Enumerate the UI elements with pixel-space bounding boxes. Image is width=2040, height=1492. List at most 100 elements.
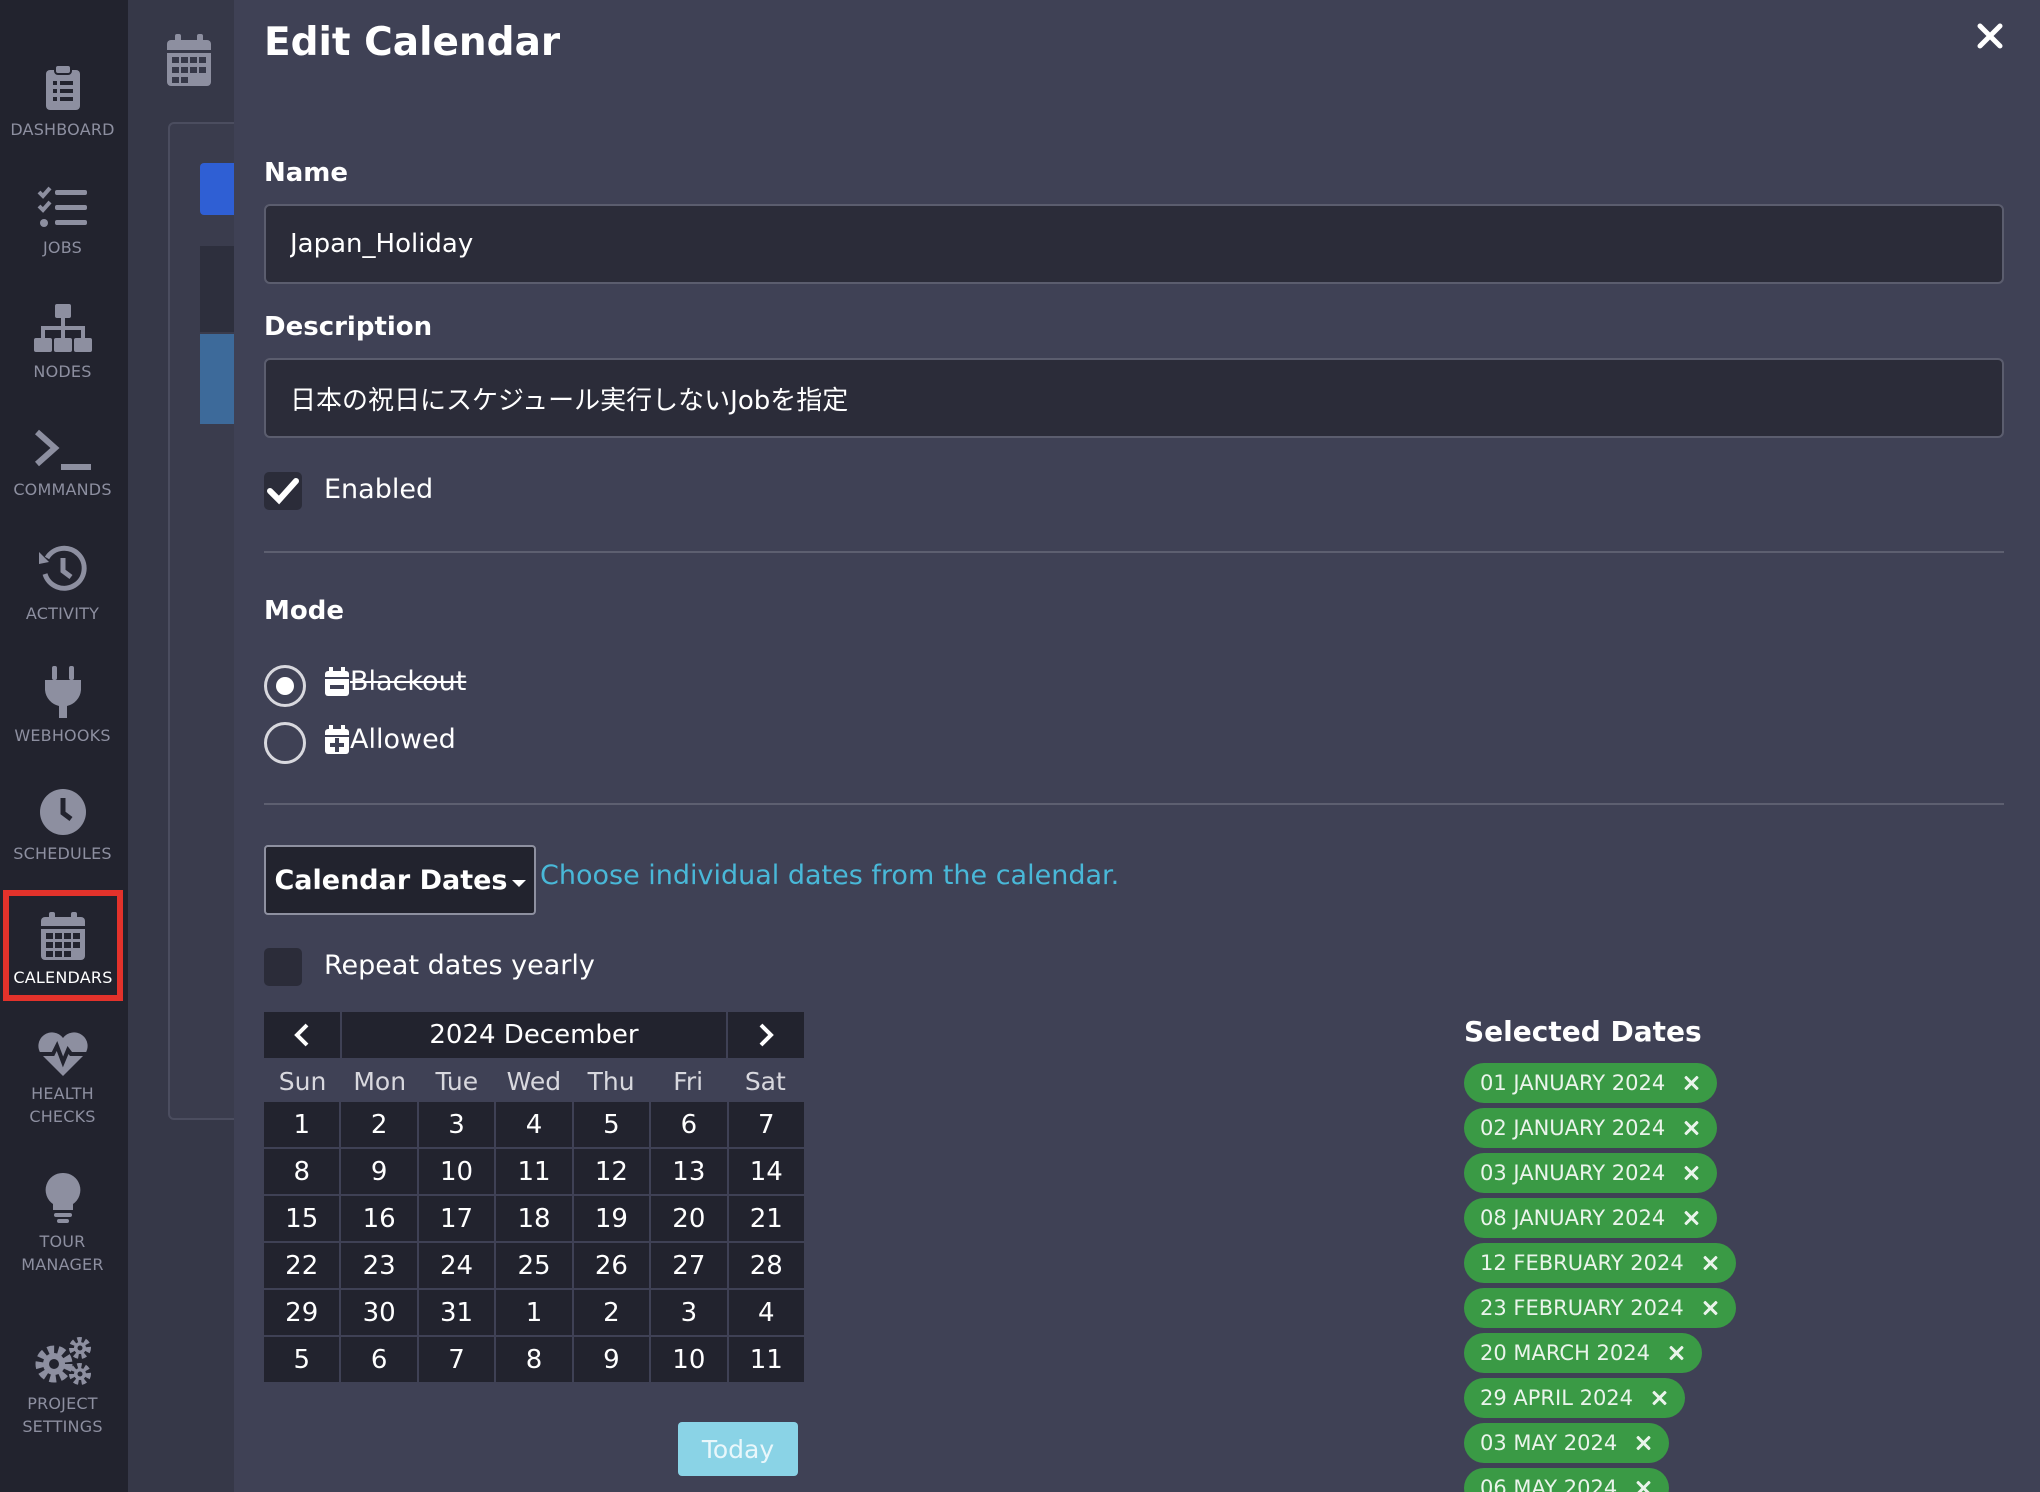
day-cell[interactable]: 31 (418, 1290, 495, 1335)
sidebar-item-label: JOBS (43, 238, 82, 257)
day-cell[interactable]: 28 (728, 1243, 804, 1288)
sidebar-item-label: TOUR MANAGER (21, 1232, 104, 1274)
day-cell[interactable]: 1 (496, 1290, 572, 1335)
day-cell[interactable]: 20 (651, 1196, 727, 1241)
remove-date-icon[interactable] (1635, 1435, 1651, 1451)
remove-date-icon[interactable] (1702, 1255, 1718, 1271)
repeat-yearly-checkbox[interactable] (264, 948, 302, 986)
remove-date-icon[interactable] (1683, 1120, 1699, 1136)
day-cell[interactable]: 24 (418, 1243, 495, 1288)
clipboard-icon (45, 64, 80, 110)
close-icon[interactable] (1972, 18, 2008, 54)
sidebar-item-label: CALENDARS (13, 968, 113, 987)
selected-dates-title: Selected Dates (1464, 1015, 1702, 1048)
day-cell[interactable]: 5 (264, 1337, 340, 1382)
sidebar-item-health-checks[interactable]: HEALTH CHECKS (0, 1032, 125, 1128)
selected-date-label: 12 FEBRUARY 2024 (1480, 1251, 1684, 1275)
day-cell[interactable]: 10 (651, 1337, 727, 1382)
day-cell[interactable]: 16 (341, 1196, 417, 1241)
day-cell[interactable]: 12 (573, 1149, 650, 1194)
selected-date-chip: 03 MAY 2024 (1464, 1423, 1670, 1463)
remove-date-icon[interactable] (1702, 1300, 1718, 1316)
day-cell[interactable]: 27 (651, 1243, 727, 1288)
day-cell[interactable]: 13 (651, 1149, 727, 1194)
day-cell[interactable]: 11 (728, 1337, 804, 1382)
day-cell[interactable]: 22 (264, 1243, 340, 1288)
day-cell[interactable]: 7 (418, 1337, 495, 1382)
weekday-row: Sun Mon Tue Wed Thu Fri Sat (264, 1062, 804, 1102)
sidebar-item-calendars[interactable]: CALENDARS (3, 890, 123, 1001)
mode-allowed-radio[interactable] (264, 722, 306, 764)
prev-month-button[interactable] (264, 1012, 340, 1058)
day-cell[interactable]: 4 (728, 1290, 804, 1335)
repeat-yearly-label: Repeat dates yearly (324, 950, 595, 981)
day-cell[interactable]: 2 (573, 1290, 650, 1335)
description-input[interactable] (264, 358, 2004, 438)
sidebar-item-dashboard[interactable]: DASHBOARD (0, 64, 125, 141)
sidebar: DASHBOARD JOBS NODES COMMANDS ACTIVITY W… (0, 0, 128, 1492)
remove-date-icon[interactable] (1651, 1390, 1667, 1406)
sidebar-item-webhooks[interactable]: WEBHOOKS (0, 666, 125, 747)
day-cell[interactable]: 3 (651, 1290, 727, 1335)
day-cell[interactable]: 6 (651, 1102, 727, 1147)
mode-blackout-option[interactable]: Blackout (324, 666, 466, 697)
month-label[interactable]: 2024 December (342, 1012, 726, 1058)
selected-date-chip: 01 JANUARY 2024 (1464, 1063, 1718, 1103)
remove-date-icon[interactable] (1668, 1345, 1684, 1361)
day-cell[interactable]: 29 (264, 1290, 340, 1335)
sidebar-item-commands[interactable]: COMMANDS (0, 428, 125, 501)
name-input[interactable] (264, 204, 2004, 284)
day-cell[interactable]: 4 (496, 1102, 572, 1147)
sidebar-item-schedules[interactable]: SCHEDULES (0, 788, 125, 865)
remove-date-icon[interactable] (1683, 1165, 1699, 1181)
day-cell[interactable]: 3 (418, 1102, 495, 1147)
day-cell[interactable]: 8 (264, 1149, 340, 1194)
sidebar-item-tour-manager[interactable]: TOUR MANAGER (0, 1172, 125, 1276)
day-cell[interactable]: 19 (573, 1196, 650, 1241)
day-cell[interactable]: 1 (264, 1102, 340, 1147)
day-cell[interactable]: 30 (341, 1290, 417, 1335)
gears-icon (35, 1337, 91, 1385)
remove-date-icon[interactable] (1683, 1210, 1699, 1226)
day-cell[interactable]: 25 (496, 1243, 572, 1288)
day-cell[interactable]: 9 (341, 1149, 417, 1194)
day-cell[interactable]: 15 (264, 1196, 340, 1241)
mode-blackout-radio[interactable] (264, 665, 306, 707)
enabled-checkbox[interactable] (264, 472, 302, 510)
weekday-label: Tue (435, 1067, 479, 1096)
day-cell[interactable]: 17 (418, 1196, 495, 1241)
weekday-label: Thu (587, 1067, 635, 1096)
sidebar-item-jobs[interactable]: JOBS (0, 186, 125, 259)
day-cell[interactable]: 6 (341, 1337, 417, 1382)
day-cell[interactable]: 14 (728, 1149, 804, 1194)
day-cell[interactable]: 5 (573, 1102, 650, 1147)
day-cell[interactable]: 7 (728, 1102, 804, 1147)
day-cell[interactable]: 18 (496, 1196, 572, 1241)
day-cell[interactable]: 8 (496, 1337, 572, 1382)
day-cell[interactable]: 11 (496, 1149, 572, 1194)
mode-allowed-label: Allowed (350, 724, 456, 755)
sidebar-item-activity[interactable]: ACTIVITY (0, 544, 125, 625)
dates-type-hint: Choose individual dates from the calenda… (540, 860, 1120, 891)
sidebar-item-project-settings[interactable]: PROJECT SETTINGS (0, 1336, 125, 1438)
weekday-label: Mon (353, 1067, 407, 1096)
mode-blackout-label: Blackout (350, 666, 467, 697)
day-cell[interactable]: 9 (573, 1337, 650, 1382)
day-cell[interactable]: 26 (573, 1243, 650, 1288)
mode-allowed-option[interactable]: Allowed (324, 724, 456, 755)
datepicker: 2024 December Sun Mon Tue Wed Thu Fri Sat 1234… (264, 1012, 804, 1382)
remove-date-icon[interactable] (1635, 1480, 1651, 1492)
dates-type-dropdown[interactable]: Calendar Dates (264, 845, 536, 915)
selected-date-chip: 06 MAY 2024 (1464, 1468, 1670, 1492)
sidebar-item-label: PROJECT SETTINGS (22, 1394, 103, 1436)
today-button[interactable]: Today (678, 1422, 798, 1476)
next-month-button[interactable] (728, 1012, 804, 1058)
selected-dates-list: 01 JANUARY 2024 02 JANUARY 2024 03 JANUARY… (1464, 1063, 1736, 1492)
day-cell[interactable]: 21 (728, 1196, 804, 1241)
remove-date-icon[interactable] (1683, 1075, 1699, 1091)
day-cell[interactable]: 2 (341, 1102, 417, 1147)
day-cell[interactable]: 10 (418, 1149, 495, 1194)
sidebar-item-nodes[interactable]: NODES (0, 304, 125, 383)
day-cell[interactable]: 23 (341, 1243, 417, 1288)
sidebar-item-label: WEBHOOKS (14, 726, 111, 745)
